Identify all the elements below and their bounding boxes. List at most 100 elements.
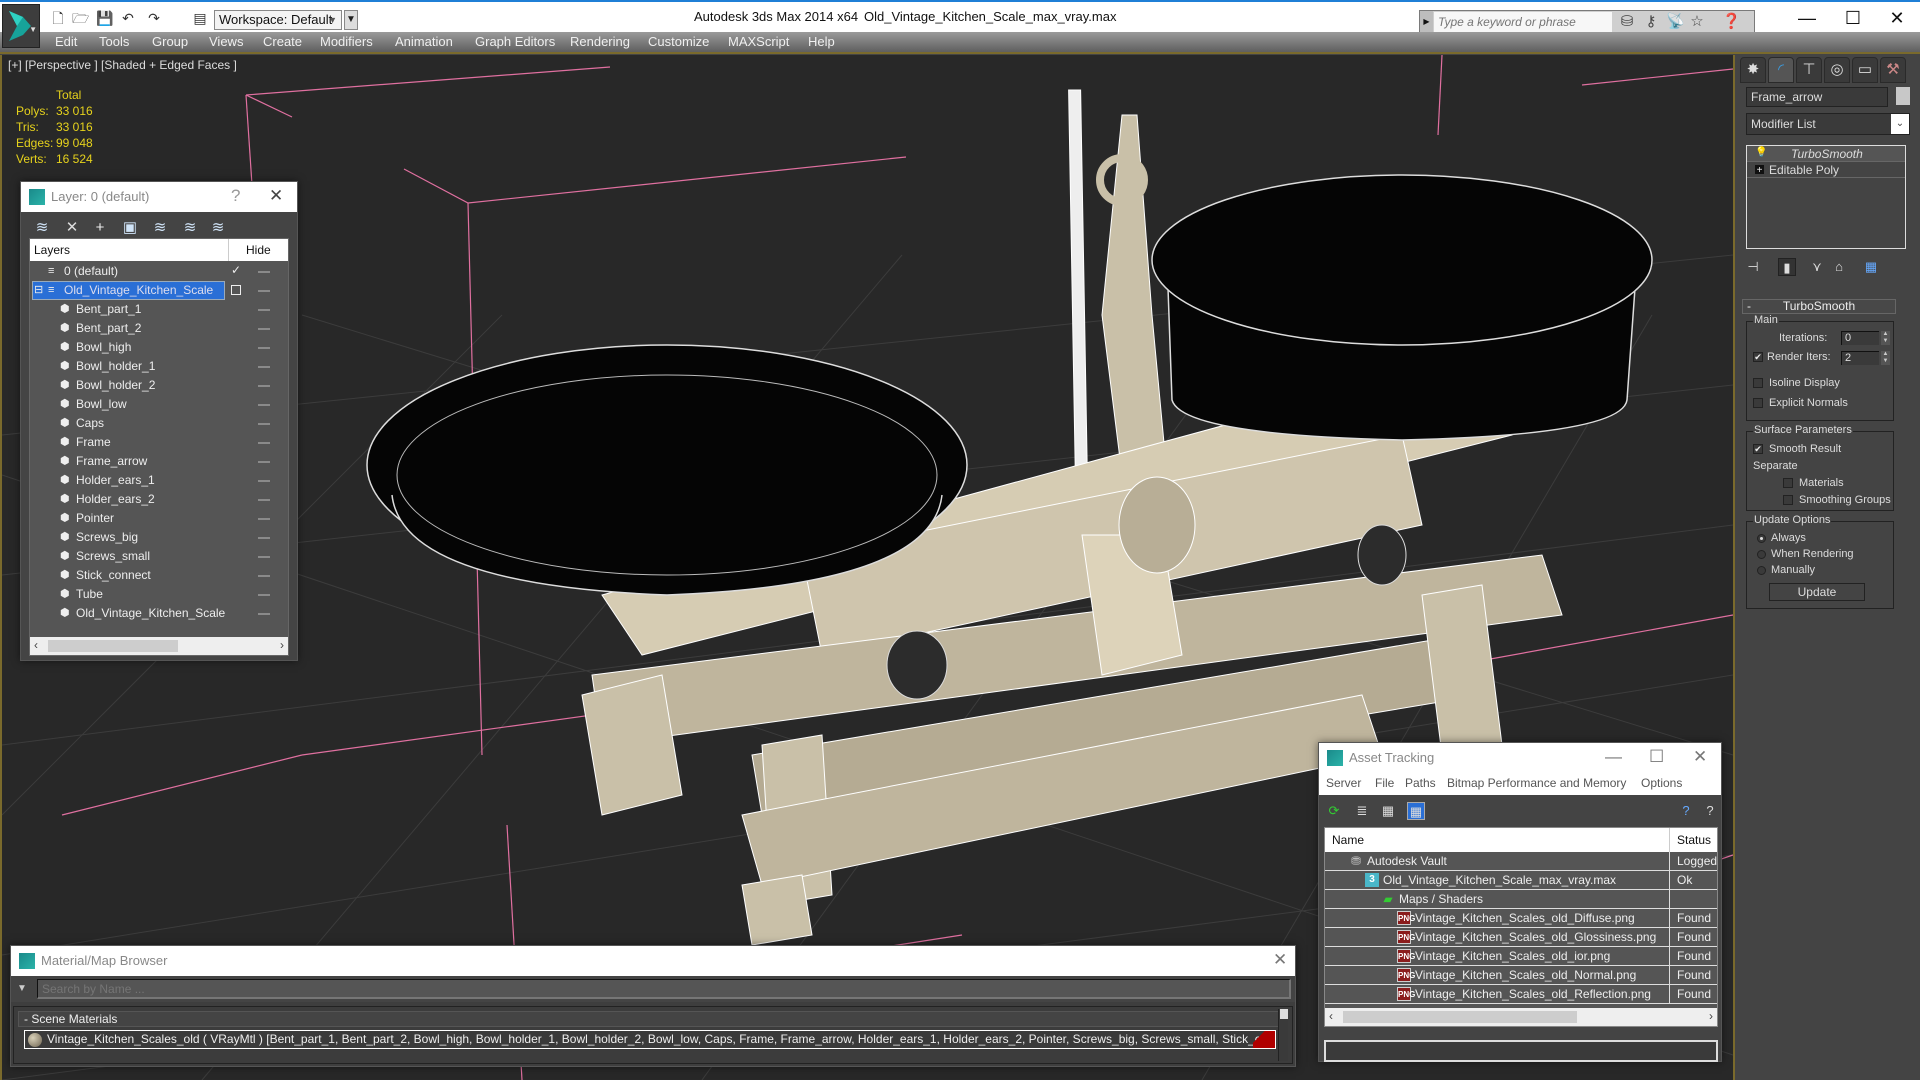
- hide-toggle[interactable]: [258, 290, 270, 292]
- help-icon[interactable]: ❓: [1722, 13, 1741, 31]
- thumbnail-view-icon[interactable]: ▦: [1379, 802, 1397, 820]
- pin-stack-icon[interactable]: ⊣: [1744, 258, 1762, 276]
- layer-object-row[interactable]: ⬢ Stick_connect: [30, 566, 280, 585]
- project-folder-icon[interactable]: ▤: [192, 10, 208, 26]
- separate-materials-checkbox[interactable]: [1783, 478, 1793, 488]
- current-layer-checkbox[interactable]: [231, 285, 241, 295]
- render-iters-spinner[interactable]: 2: [1841, 351, 1879, 365]
- display-tab-icon[interactable]: ▭: [1852, 57, 1878, 83]
- menu-views[interactable]: Views: [209, 34, 243, 49]
- layer-object-row[interactable]: ⬢ Holder_ears_1: [30, 471, 280, 490]
- select-layer-icon[interactable]: ≋: [151, 219, 169, 237]
- create-layer-icon[interactable]: ≋: [33, 219, 51, 237]
- menu-bitmap-performance[interactable]: Bitmap Performance and Memory: [1447, 776, 1626, 790]
- material-item[interactable]: Vintage_Kitchen_Scales_old ( VRayMtl ) […: [24, 1030, 1276, 1049]
- hide-toggle[interactable]: [258, 366, 270, 368]
- asset-row[interactable]: PNG Vintage_Kitchen_Scales_old_Normal.png…: [1325, 966, 1717, 985]
- create-tab-icon[interactable]: ✸: [1740, 57, 1766, 83]
- motion-tab-icon[interactable]: ◎: [1824, 57, 1850, 83]
- scroll-right-icon[interactable]: ›: [1709, 1009, 1713, 1023]
- column-header-status[interactable]: Status: [1677, 833, 1711, 847]
- table-view-icon[interactable]: ▦: [1407, 802, 1425, 820]
- layer-object-row[interactable]: ⬢ Pointer: [30, 509, 280, 528]
- render-iters-checkbox[interactable]: ✔: [1753, 352, 1763, 362]
- layer-object-row[interactable]: ⬢ Bent_part_2: [30, 319, 280, 338]
- add-to-layer-icon[interactable]: +: [91, 219, 109, 237]
- help-button[interactable]: ?: [231, 186, 240, 206]
- satellite-icon[interactable]: 📡: [1666, 13, 1685, 31]
- refresh-icon[interactable]: ⟳: [1325, 802, 1343, 820]
- material-search-input[interactable]: [37, 979, 1291, 999]
- hide-toggle[interactable]: [258, 480, 270, 482]
- separate-smoothing-groups-checkbox[interactable]: [1783, 495, 1793, 505]
- menu-create[interactable]: Create: [263, 34, 302, 49]
- hide-all-icon[interactable]: ≋: [209, 219, 227, 237]
- object-name-field[interactable]: Frame_arrow: [1746, 87, 1888, 107]
- hide-toggle[interactable]: [258, 442, 270, 444]
- minimize-button[interactable]: —: [1784, 4, 1830, 32]
- menu-options[interactable]: Options: [1641, 776, 1682, 790]
- menu-modifiers[interactable]: Modifiers: [320, 34, 373, 49]
- update-button[interactable]: Update: [1769, 583, 1865, 601]
- layer-object-row[interactable]: ⬢ Tube: [30, 585, 280, 604]
- material-browser-titlebar[interactable]: Material/Map Browser ✕: [11, 946, 1295, 976]
- select-objects-icon[interactable]: ▣: [121, 219, 139, 237]
- minimize-button[interactable]: —: [1605, 747, 1622, 767]
- menu-tools[interactable]: Tools: [99, 34, 129, 49]
- asset-row[interactable]: PNG Vintage_Kitchen_Scales_old_Glossiness…: [1325, 928, 1717, 947]
- layer-object-row[interactable]: ⬢ Bent_part_1: [30, 300, 280, 319]
- scrollbar-thumb[interactable]: [1280, 1009, 1288, 1019]
- layer-row-default[interactable]: ≡ 0 (default) ✓: [30, 262, 280, 281]
- star-icon[interactable]: ☆: [1688, 13, 1706, 31]
- layer-object-row[interactable]: ⬢ Screws_small: [30, 547, 280, 566]
- horizontal-scrollbar[interactable]: ‹ ›: [30, 637, 288, 655]
- hide-toggle[interactable]: [258, 309, 270, 311]
- make-unique-icon[interactable]: ⋎: [1808, 258, 1826, 276]
- layer-object-row[interactable]: ⬢ Bowl_holder_1: [30, 357, 280, 376]
- vertical-scrollbar[interactable]: [1278, 1009, 1288, 1061]
- menu-paths[interactable]: Paths: [1405, 776, 1436, 790]
- workspace-dropdown[interactable]: Workspace: Default ▼: [214, 10, 342, 30]
- layer-object-row[interactable]: ⬢ Frame_arrow: [30, 452, 280, 471]
- maximize-button[interactable]: ☐: [1830, 4, 1876, 32]
- remove-modifier-icon[interactable]: ⌂: [1830, 258, 1848, 276]
- key-icon[interactable]: ⚷: [1642, 13, 1660, 31]
- save-icon[interactable]: 💾: [96, 10, 113, 26]
- new-file-icon[interactable]: 🗋: [50, 10, 66, 26]
- redo-icon[interactable]: ↷: [146, 10, 162, 26]
- menu-maxscript[interactable]: MAXScript: [728, 34, 789, 49]
- scroll-left-icon[interactable]: ‹: [34, 638, 38, 652]
- show-end-result-icon[interactable]: ▮: [1778, 258, 1796, 276]
- configure-sets-icon[interactable]: ▦: [1862, 258, 1880, 276]
- smooth-result-checkbox[interactable]: ✔: [1753, 444, 1763, 454]
- column-header-hide[interactable]: Hide: [246, 243, 271, 257]
- menu-customize[interactable]: Customize: [648, 34, 709, 49]
- utilities-tab-icon[interactable]: ⚒: [1880, 57, 1906, 83]
- layer-object-row[interactable]: ⬢ Caps: [30, 414, 280, 433]
- close-button[interactable]: ✕: [1273, 950, 1287, 970]
- menu-help[interactable]: Help: [808, 34, 835, 49]
- current-layer-check-icon[interactable]: ✓: [231, 263, 241, 277]
- hide-toggle[interactable]: [258, 347, 270, 349]
- hide-toggle[interactable]: [258, 518, 270, 520]
- object-color-swatch[interactable]: [1896, 87, 1910, 105]
- close-button[interactable]: ✕: [1874, 4, 1920, 32]
- layer-object-row[interactable]: ⬢ Bowl_holder_2: [30, 376, 280, 395]
- asset-row[interactable]: PNG Vintage_Kitchen_Scales_old_ior.png Fou…: [1325, 947, 1717, 966]
- spinner-arrows-icon[interactable]: ▲ ▼: [1881, 351, 1890, 365]
- delete-layer-icon[interactable]: ✕: [63, 219, 81, 237]
- layer-object-row[interactable]: ⬢ Screws_big: [30, 528, 280, 547]
- layer-object-row[interactable]: ⬢ Bowl_low: [30, 395, 280, 414]
- layer-dialog-titlebar[interactable]: Layer: 0 (default) ? ✕: [21, 182, 297, 212]
- hide-toggle[interactable]: [258, 537, 270, 539]
- menu-rendering[interactable]: Rendering: [570, 34, 630, 49]
- rollout-header[interactable]: - TurboSmooth: [1742, 299, 1896, 314]
- scroll-left-icon[interactable]: ‹: [1329, 1009, 1333, 1023]
- expand-arrow-icon[interactable]: ▶: [1420, 11, 1433, 33]
- hide-toggle[interactable]: [258, 423, 270, 425]
- when-rendering-radio[interactable]: [1757, 550, 1766, 559]
- hide-toggle[interactable]: [258, 556, 270, 558]
- asset-tracking-titlebar[interactable]: Asset Tracking — ☐ ✕: [1319, 743, 1721, 773]
- close-button[interactable]: ✕: [269, 186, 283, 206]
- always-radio[interactable]: [1757, 534, 1766, 543]
